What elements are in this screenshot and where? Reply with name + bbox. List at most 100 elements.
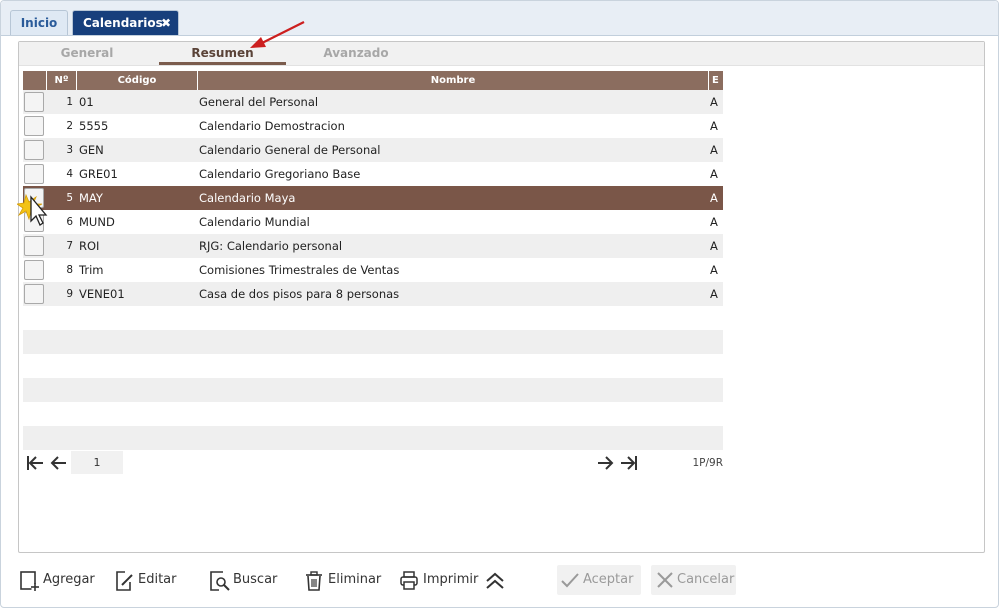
col-header-e[interactable]: E: [708, 71, 723, 90]
table-row[interactable]: 9 VENE01 Casa de dos pisos para 8 person…: [23, 282, 723, 306]
row-nombre: Comisiones Trimestrales de Ventas: [199, 263, 400, 277]
annotation-arrow-icon: [250, 21, 305, 48]
add-document-icon: [20, 571, 39, 592]
row-number: 3: [66, 144, 73, 156]
subtab-avanzado[interactable]: Avanzado: [308, 46, 404, 65]
tab-inicio[interactable]: Inicio: [10, 10, 68, 35]
aceptar-label: Aceptar: [583, 572, 634, 587]
row-select-checkbox[interactable]: [24, 92, 44, 112]
row-number: 2: [66, 120, 73, 132]
sub-tab-bar: General Resumen Avanzado: [19, 42, 984, 66]
empty-row: [23, 378, 723, 402]
row-codigo: GRE01: [79, 167, 118, 181]
first-page-icon[interactable]: [25, 453, 45, 473]
trash-icon: [306, 571, 322, 591]
top-tab-bar: Inicio Calendarios ✖: [1, 1, 998, 36]
bottom-toolbar: Agregar Editar Buscar Eliminar Imprimir …: [1, 563, 998, 597]
grid-header: Nº Código Nombre E: [23, 71, 723, 90]
col-header-nombre[interactable]: Nombre: [197, 71, 708, 90]
row-estado: A: [710, 191, 718, 205]
last-page-icon[interactable]: [619, 453, 639, 473]
empty-row: [23, 426, 723, 450]
edit-document-icon: [116, 571, 133, 591]
close-x-icon: [657, 572, 673, 588]
empty-row: [23, 402, 723, 426]
row-estado: A: [710, 119, 718, 133]
table-row[interactable]: 2 5555 Calendario Demostracion A: [23, 114, 723, 138]
table-row[interactable]: 4 GRE01 Calendario Gregoriano Base A: [23, 162, 723, 186]
row-number: 7: [66, 240, 73, 252]
row-number: 8: [66, 264, 73, 276]
row-nombre: Calendario Mundial: [199, 215, 310, 229]
row-select-checkbox[interactable]: [24, 284, 44, 304]
aceptar-button[interactable]: Aceptar: [557, 565, 641, 595]
row-number: 4: [66, 168, 73, 180]
page-record-count: 1P/9R: [692, 457, 723, 469]
row-number: 1: [66, 96, 73, 108]
close-icon[interactable]: ✖: [161, 11, 171, 35]
collapse-up-icon[interactable]: [485, 572, 505, 590]
cancelar-label: Cancelar: [677, 572, 735, 587]
grid-pager: 1 1P/9R: [23, 451, 723, 475]
table-row[interactable]: 8 Trim Comisiones Trimestrales de Ventas…: [23, 258, 723, 282]
tab-calendarios-label: Calendarios: [83, 16, 163, 30]
row-estado: A: [710, 263, 718, 277]
row-nombre: Calendario Maya: [199, 191, 296, 205]
row-select-checkbox[interactable]: [24, 140, 44, 160]
row-nombre: Calendario Demostracion: [199, 119, 345, 133]
col-header-no[interactable]: Nº: [46, 71, 76, 90]
row-codigo: ROI: [79, 239, 100, 253]
empty-row: [23, 306, 723, 330]
row-codigo: 5555: [79, 119, 109, 133]
row-nombre: Casa de dos pisos para 8 personas: [199, 287, 400, 301]
row-codigo: VENE01: [79, 287, 125, 301]
search-document-icon: [210, 571, 230, 591]
cancelar-button[interactable]: Cancelar: [651, 565, 736, 595]
row-select-checkbox[interactable]: [24, 260, 44, 280]
row-select-checkbox[interactable]: [24, 116, 44, 136]
row-estado: A: [710, 167, 718, 181]
tab-inicio-label: Inicio: [20, 16, 58, 30]
empty-row: [23, 354, 723, 378]
row-codigo: MAY: [79, 191, 103, 205]
row-estado: A: [710, 239, 718, 253]
col-header-codigo[interactable]: Código: [76, 71, 197, 90]
row-estado: A: [710, 287, 718, 301]
row-nombre: Calendario General de Personal: [199, 143, 381, 157]
mouse-cursor-icon: [17, 193, 48, 226]
row-nombre: Calendario Gregoriano Base: [199, 167, 361, 181]
buscar-button[interactable]: Buscar: [209, 565, 279, 595]
row-select-checkbox[interactable]: [24, 236, 44, 256]
row-nombre: General del Personal: [199, 95, 319, 109]
table-row[interactable]: 7 ROI RJG: Calendario personal A: [23, 234, 723, 258]
row-codigo: MUND: [79, 215, 115, 229]
row-number: 9: [66, 288, 73, 300]
imprimir-button[interactable]: Imprimir: [399, 565, 479, 595]
imprimir-label: Imprimir: [423, 572, 479, 587]
row-codigo: GEN: [79, 143, 104, 157]
table-row-selected[interactable]: 5 MAY Calendario Maya A: [23, 186, 723, 210]
eliminar-button[interactable]: Eliminar: [304, 565, 382, 595]
previous-page-icon[interactable]: [49, 453, 69, 473]
tab-calendarios[interactable]: Calendarios ✖: [72, 10, 179, 35]
row-estado: A: [710, 95, 718, 109]
row-codigo: 01: [79, 95, 94, 109]
next-page-icon[interactable]: [595, 453, 615, 473]
empty-row: [23, 330, 723, 354]
table-row[interactable]: 3 GEN Calendario General de Personal A: [23, 138, 723, 162]
eliminar-label: Eliminar: [328, 572, 382, 587]
row-codigo: Trim: [79, 263, 104, 277]
row-estado: A: [710, 215, 718, 229]
app-window: Inicio Calendarios ✖ General Resumen Ava…: [0, 0, 999, 608]
table-row[interactable]: 6 MUND Calendario Mundial A: [23, 210, 723, 234]
editar-label: Editar: [138, 572, 177, 587]
agregar-button[interactable]: Agregar: [19, 565, 97, 595]
editar-button[interactable]: Editar: [114, 565, 180, 595]
printer-icon: [400, 571, 418, 590]
row-estado: A: [710, 143, 718, 157]
row-select-checkbox[interactable]: [24, 164, 44, 184]
buscar-label: Buscar: [233, 572, 278, 587]
subtab-general[interactable]: General: [43, 46, 131, 65]
page-number-field[interactable]: 1: [71, 451, 123, 474]
table-row[interactable]: 1 01 General del Personal A: [23, 90, 723, 114]
